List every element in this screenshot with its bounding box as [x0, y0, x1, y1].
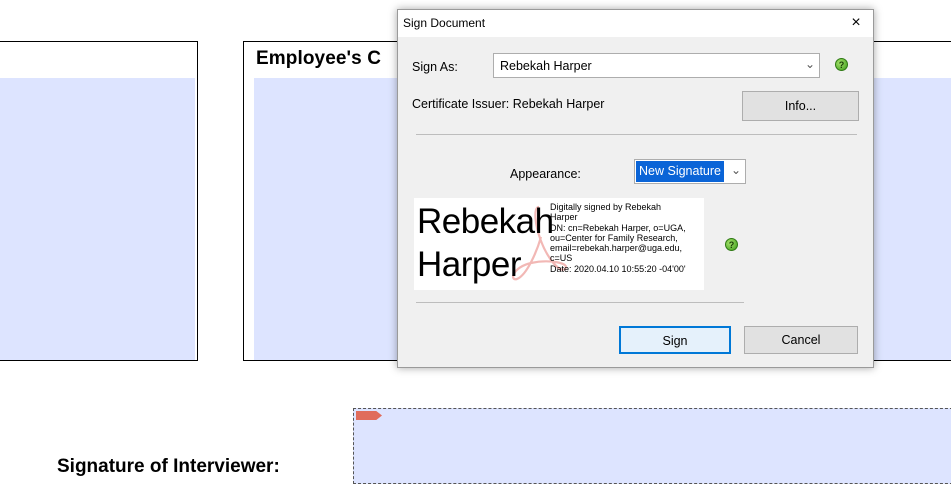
preview-detail-line: ou=Center for Family Research, [550, 232, 678, 243]
certificate-issuer-text: Certificate Issuer: Rebekah Harper [412, 97, 605, 111]
appearance-dropdown[interactable]: New Signature ⌄ [634, 159, 746, 184]
signature-of-interviewer-label: Signature of Interviewer: [57, 456, 280, 477]
preview-detail-line: Date: 2020.04.10 10:55:20 -04'00' [550, 263, 686, 274]
close-icon[interactable]: × [845, 12, 867, 34]
form-field-left[interactable] [0, 78, 195, 360]
appearance-value: New Signature [636, 161, 724, 182]
appearance-label: Appearance: [510, 167, 581, 181]
sign-document-dialog: Sign Document × Sign As: Rebekah Harper … [397, 9, 874, 368]
form-box-left [0, 41, 198, 361]
divider [416, 134, 857, 135]
preview-details: Digitally signed by Rebekah Harper DN: c… [550, 202, 702, 274]
chevron-down-icon: ⌄ [730, 163, 741, 177]
sign-as-value: Rebekah Harper [500, 59, 592, 73]
sign-button[interactable]: Sign [619, 326, 731, 354]
help-icon[interactable]: ? [725, 238, 738, 251]
employee-box-title: Employee's C [256, 48, 382, 69]
chevron-down-icon: ⌄ [804, 57, 815, 71]
dialog-titlebar[interactable]: Sign Document × [398, 10, 873, 37]
info-button[interactable]: Info... [742, 91, 859, 121]
interviewer-signature-field[interactable] [353, 408, 951, 484]
field-flag-icon [356, 411, 382, 420]
dialog-title: Sign Document [403, 16, 486, 30]
preview-detail-line: DN: cn=Rebekah Harper, o=UGA, [550, 222, 686, 233]
preview-detail-line: email=rebekah.harper@uga.edu, [550, 243, 682, 254]
cancel-button[interactable]: Cancel [744, 326, 858, 354]
preview-detail-line: c=US [550, 253, 573, 264]
divider [416, 302, 744, 303]
preview-detail-line: Digitally signed by Rebekah [550, 202, 662, 212]
sign-as-dropdown[interactable]: Rebekah Harper ⌄ [493, 53, 820, 78]
preview-name-line2: Harper [417, 245, 521, 284]
preview-name-line1: Rebekah [417, 202, 554, 241]
preview-detail-line: Harper [550, 212, 578, 223]
signature-preview: Rebekah Harper Digitally signed by Rebek… [414, 198, 704, 290]
help-icon[interactable]: ? [835, 58, 848, 71]
sign-as-label: Sign As: [412, 60, 458, 74]
